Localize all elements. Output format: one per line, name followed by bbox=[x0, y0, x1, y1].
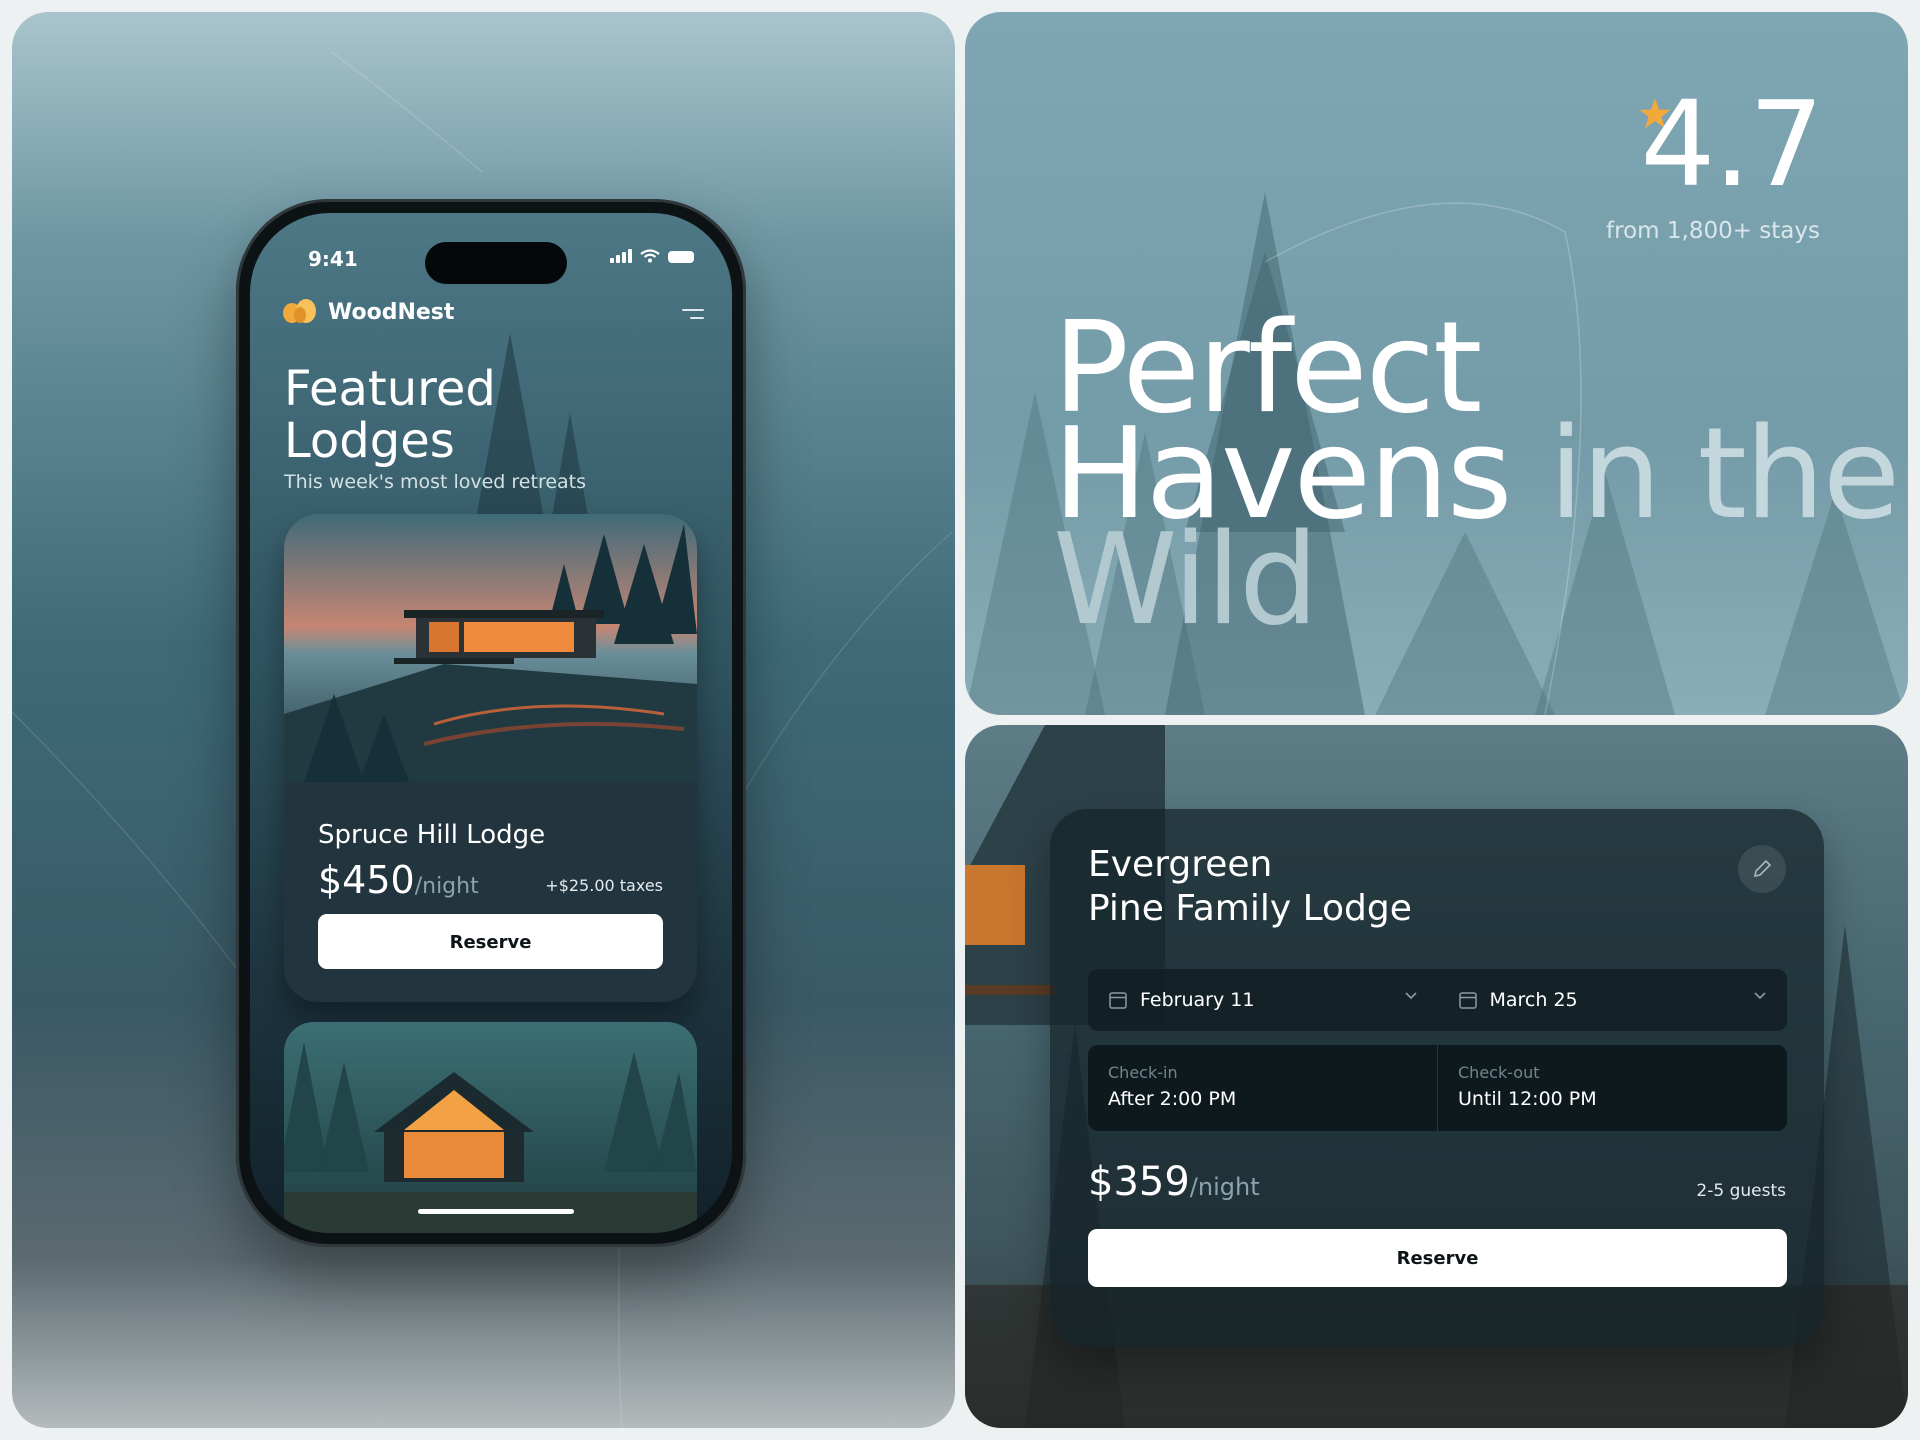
second-lodge-card[interactable] bbox=[284, 1022, 697, 1233]
featured-title-line1: Featured bbox=[284, 361, 496, 417]
checkin-label: Check-in bbox=[1108, 1063, 1178, 1082]
booking-price-value: $359 bbox=[1088, 1159, 1190, 1205]
booking-price-unit: /night bbox=[1189, 1173, 1260, 1201]
featured-subtitle: This week's most loved retreats bbox=[284, 471, 587, 493]
logo-icon bbox=[283, 299, 316, 323]
calendar-icon bbox=[1109, 992, 1127, 1009]
signal-icon bbox=[610, 249, 632, 263]
hero-headline: Perfect Havens in the Wild bbox=[1053, 305, 1901, 643]
lodge-price-value: $450 bbox=[318, 858, 415, 902]
reserve-button[interactable]: Reserve bbox=[1088, 1229, 1787, 1287]
time-info: Check-in After 2:00 PM Check-out Until 1… bbox=[1088, 1045, 1787, 1131]
calendar-icon bbox=[1458, 992, 1477, 1009]
lodge-taxes: +$25.00 taxes bbox=[545, 876, 663, 895]
rating-subtext: from 1,800+ stays bbox=[1606, 218, 1820, 244]
featured-title-line2: Lodges bbox=[284, 413, 455, 469]
guest-count: 2-5 guests bbox=[1696, 1181, 1786, 1201]
status-time: 9:41 bbox=[308, 247, 358, 271]
checkout-info: Check-out Until 12:00 PM bbox=[1437, 1045, 1787, 1131]
edit-button[interactable] bbox=[1738, 845, 1786, 893]
chevron-down-icon bbox=[1404, 992, 1417, 1000]
hero-panel: 4.7 from 1,800+ stays Perfect Havens in … bbox=[965, 12, 1908, 715]
headline-in-the: in the bbox=[1548, 400, 1901, 547]
booking-price: $359/night bbox=[1088, 1159, 1260, 1205]
lodge-name: Spruce Hill Lodge bbox=[318, 820, 546, 850]
checkin-value: After 2:00 PM bbox=[1108, 1088, 1237, 1110]
booking-title-line1: Evergreen bbox=[1088, 844, 1273, 885]
left-showcase-panel: 9:41 WoodNest Featured Lodges This week'… bbox=[12, 12, 955, 1428]
checkin-info: Check-in After 2:00 PM bbox=[1088, 1045, 1437, 1131]
checkout-label: Check-out bbox=[1458, 1063, 1540, 1082]
reserve-button[interactable]: Reserve bbox=[318, 914, 663, 969]
brand[interactable]: WoodNest bbox=[282, 297, 454, 327]
booking-title-line2: Pine Family Lodge bbox=[1088, 888, 1412, 929]
booking-card: Evergreen Pine Family Lodge February 11 bbox=[1050, 809, 1824, 1347]
checkout-value: Until 12:00 PM bbox=[1458, 1088, 1597, 1110]
checkout-date-value: March 25 bbox=[1489, 989, 1578, 1011]
rating-value: 4.7 bbox=[1640, 75, 1824, 213]
lodge-photo bbox=[284, 514, 697, 782]
status-icons bbox=[610, 249, 694, 263]
brand-name: WoodNest bbox=[328, 299, 455, 325]
checkin-date-value: February 11 bbox=[1140, 989, 1255, 1011]
dynamic-island bbox=[425, 242, 567, 284]
featured-title: Featured Lodges bbox=[284, 363, 496, 467]
lodge-price: $450/night bbox=[318, 858, 479, 902]
date-selectors: February 11 March 25 bbox=[1088, 969, 1787, 1031]
chevron-down-icon bbox=[1754, 992, 1766, 1000]
checkout-date-select[interactable]: March 25 bbox=[1438, 969, 1788, 1031]
phone-mockup: 9:41 WoodNest Featured Lodges This week'… bbox=[236, 199, 746, 1247]
home-indicator bbox=[418, 1209, 574, 1214]
booking-title: Evergreen Pine Family Lodge bbox=[1088, 843, 1412, 931]
booking-panel: Evergreen Pine Family Lodge February 11 bbox=[965, 725, 1908, 1428]
lodge-card[interactable]: Spruce Hill Lodge $450/night +$25.00 tax… bbox=[284, 514, 697, 1002]
edit-icon bbox=[1753, 859, 1772, 878]
wifi-icon bbox=[640, 249, 660, 263]
menu-icon[interactable] bbox=[682, 309, 704, 325]
second-lodge-photo bbox=[284, 1022, 697, 1233]
lodge-price-unit: /night bbox=[414, 874, 479, 899]
checkin-date-select[interactable]: February 11 bbox=[1088, 969, 1438, 1031]
battery-icon bbox=[668, 251, 694, 263]
phone-screen: 9:41 WoodNest Featured Lodges This week'… bbox=[250, 213, 732, 1233]
